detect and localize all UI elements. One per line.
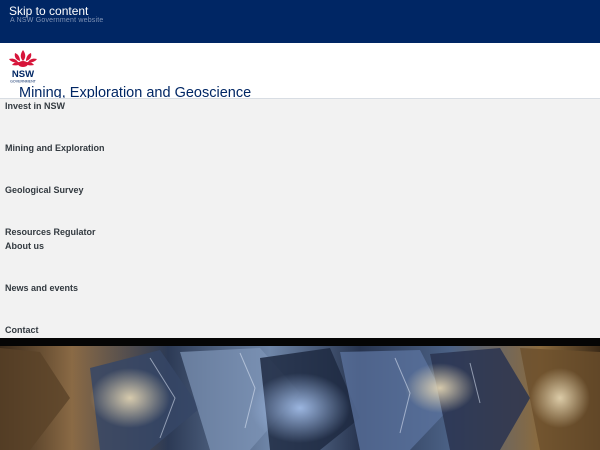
nav-item-invest-in-nsw[interactable]: Invest in NSW — [5, 101, 65, 111]
main-navigation: Invest in NSW Mining and Exploration Geo… — [0, 98, 600, 338]
nav-item-geological-survey[interactable]: Geological Survey — [5, 185, 84, 195]
logo-wordmark: NSW — [12, 69, 34, 80]
skip-to-content-link[interactable]: Skip to content — [9, 4, 88, 18]
nav-item-mining-and-exploration[interactable]: Mining and Exploration — [5, 143, 105, 153]
site-header: NSW GOVERNMENT Mining, Exploration and G… — [0, 43, 600, 99]
site-title[interactable]: Mining, Exploration and Geoscience — [19, 85, 251, 99]
top-banner: A NSW Government website Skip to content — [0, 0, 600, 43]
nav-item-resources-regulator[interactable]: Resources Regulator — [5, 227, 96, 237]
hero-image — [0, 338, 600, 450]
nsw-waratah-logo-icon[interactable]: NSW GOVERNMENT — [7, 49, 39, 85]
nav-item-about-us[interactable]: About us — [5, 241, 44, 251]
nav-item-contact[interactable]: Contact — [5, 325, 39, 335]
mineral-crystal-photo — [0, 338, 600, 450]
government-website-text: A NSW Government website — [10, 17, 104, 24]
nav-item-news-and-events[interactable]: News and events — [5, 283, 78, 293]
logo-subtext: GOVERNMENT — [10, 80, 37, 84]
